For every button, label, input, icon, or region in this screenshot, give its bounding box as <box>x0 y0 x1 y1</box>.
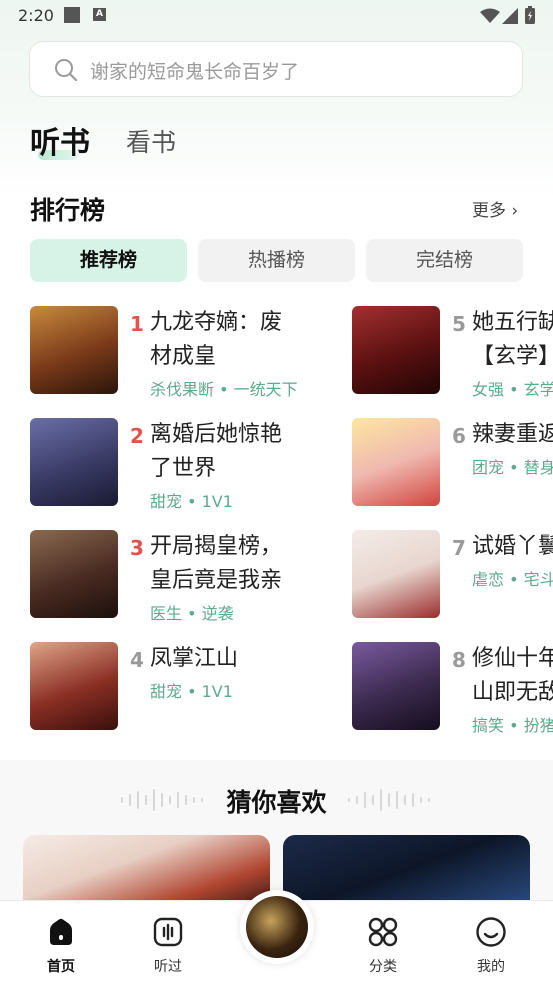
book-tags: 杀伐果断 • 一统天下 <box>150 380 298 399</box>
rank-number: 2 <box>130 424 144 448</box>
book-title-line1: 试婚丫鬟 <box>472 534 553 559</box>
rank-tab-recommended[interactable]: 推荐榜 <box>30 239 187 282</box>
signal-icon <box>502 8 518 24</box>
book-cover <box>352 642 440 730</box>
nav-history[interactable]: 听过 <box>128 901 208 985</box>
rank-number: 6 <box>452 424 466 448</box>
book-tags: 甜宠 • 1V1 <box>150 492 233 511</box>
recommended-book-card[interactable] <box>23 835 270 905</box>
rank-tab-completed[interactable]: 完结榜 <box>366 239 523 282</box>
nav-category-label: 分类 <box>369 959 397 975</box>
book-title-line1: 九龙夺嫡：废 <box>150 310 283 335</box>
book-tags: 搞笑 • 扮猪 <box>472 716 553 735</box>
status-bar: 2:20 A <box>0 0 553 32</box>
status-time: 2:20 <box>18 6 54 25</box>
book-cover <box>30 418 118 506</box>
player-disc-button[interactable] <box>240 890 314 964</box>
book-title-line1: 她五行缺 <box>472 310 553 335</box>
notification-a-icon: A <box>93 8 106 21</box>
search-placeholder: 谢家的短命鬼长命百岁了 <box>90 61 300 83</box>
nav-home-label: 首页 <box>47 959 75 975</box>
profile-icon <box>476 917 506 947</box>
ranking-title: 排行榜 <box>30 196 106 225</box>
player-disc-icon <box>246 896 308 958</box>
wifi-icon <box>480 8 500 23</box>
rank-number: 5 <box>452 312 466 336</box>
book-title-line1: 开局揭皇榜， <box>150 534 283 559</box>
book-tags: 女强 • 玄学 <box>472 380 553 399</box>
sound-wave-right-icon <box>348 789 430 811</box>
book-tags: 团宠 • 替身 <box>472 458 553 477</box>
book-tags: 虐恋 • 宅斗 <box>472 570 553 589</box>
nav-profile-label: 我的 <box>477 959 505 975</box>
tab-read[interactable]: 看书 <box>126 123 176 159</box>
book-title-line2: 皇后竟是我亲 <box>150 568 283 593</box>
book-title-line2: 了世界 <box>150 456 217 481</box>
recommended-book-card[interactable] <box>283 835 530 905</box>
book-tags: 甜宠 • 1V1 <box>150 682 233 701</box>
rank-number: 1 <box>130 312 144 336</box>
book-cover <box>352 530 440 618</box>
rank-number: 4 <box>130 648 144 672</box>
rank-number: 3 <box>130 536 144 560</box>
category-icon <box>368 917 398 947</box>
tab-listen[interactable]: 听书 <box>30 118 90 162</box>
book-title-line2: 山即无敌 <box>472 680 553 705</box>
search-bar[interactable]: 谢家的短命鬼长命百岁了 <box>29 41 523 97</box>
history-icon <box>153 917 183 947</box>
book-title-line1: 修仙十年 <box>472 646 553 671</box>
book-cover <box>30 530 118 618</box>
nav-category[interactable]: 分类 <box>343 901 423 985</box>
rank-tab-hot[interactable]: 热播榜 <box>198 239 355 282</box>
book-cover <box>30 642 118 730</box>
rank-number: 8 <box>452 648 466 672</box>
nav-history-label: 听过 <box>154 959 182 975</box>
search-icon <box>55 59 78 82</box>
nav-home[interactable]: 首页 <box>21 901 101 985</box>
ranking-more-link[interactable]: 更多 › <box>472 196 518 221</box>
book-cover <box>30 306 118 394</box>
notification-square-icon <box>64 7 80 23</box>
book-title-line1: 辣妻重返 <box>472 422 553 447</box>
battery-icon <box>525 6 535 24</box>
book-cover <box>352 418 440 506</box>
rank-number: 7 <box>452 536 466 560</box>
book-title-line2: 【玄学】 <box>472 344 553 369</box>
nav-profile[interactable]: 我的 <box>451 901 531 985</box>
book-tags: 医生 • 逆袭 <box>150 604 234 623</box>
book-cover <box>352 306 440 394</box>
guess-you-like-title: 猜你喜欢 <box>226 788 327 817</box>
book-title-line2: 材成皇 <box>150 344 217 369</box>
book-title-line1: 离婚后她惊艳 <box>150 422 283 447</box>
home-icon <box>50 918 72 945</box>
book-title-line1: 凤掌江山 <box>150 646 239 671</box>
